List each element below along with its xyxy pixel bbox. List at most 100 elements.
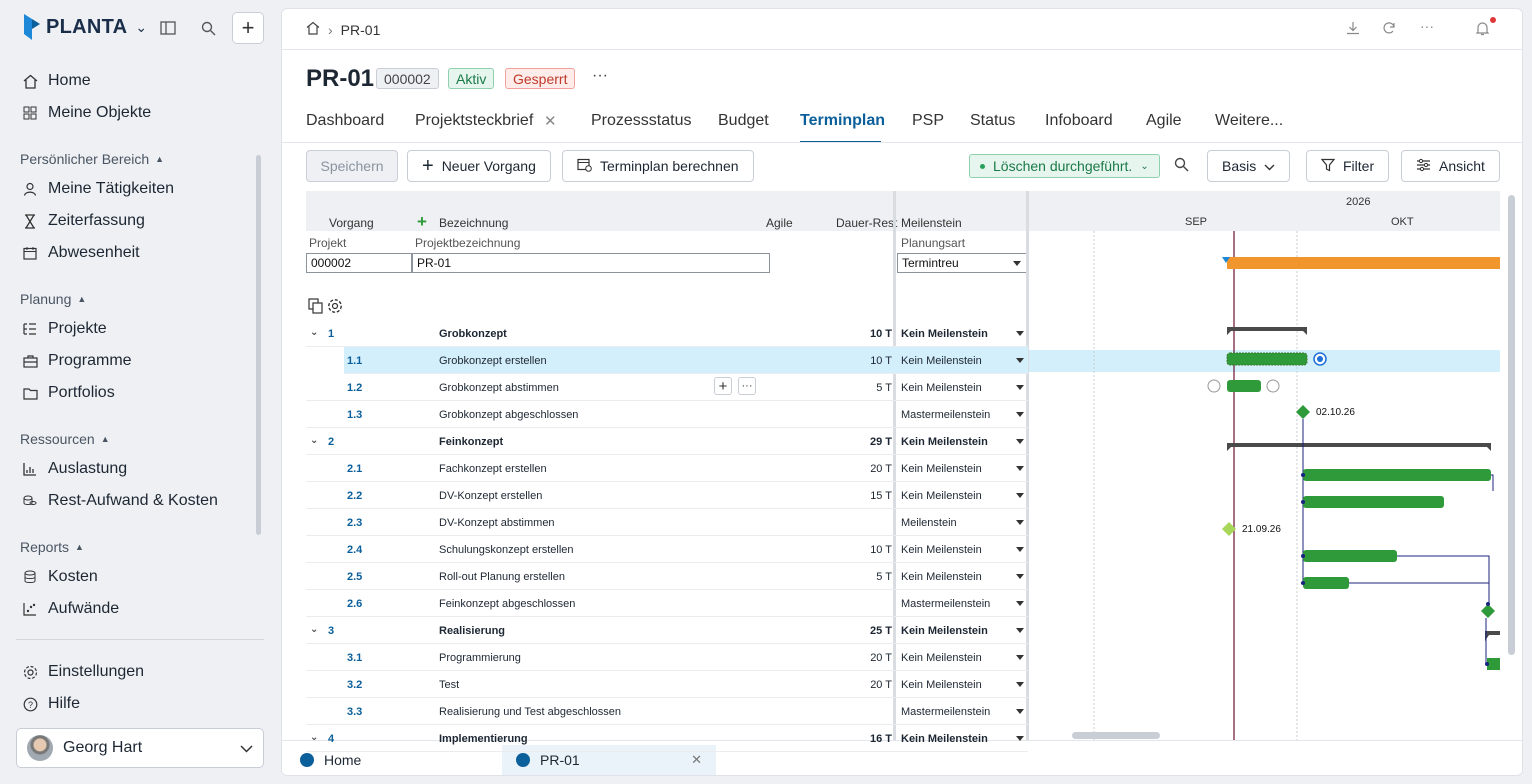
task-milestone-type[interactable]: Meilenstein — [901, 517, 957, 529]
task-milestone-type[interactable]: Kein Meilenstein — [901, 544, 982, 556]
close-icon[interactable]: ✕ — [544, 112, 557, 130]
task-name[interactable]: Realisierung und Test abgeschlossen — [439, 706, 621, 718]
task-name[interactable]: Implementierung — [439, 733, 528, 745]
close-icon[interactable]: ✕ — [691, 752, 702, 768]
tab-terminplan[interactable]: Terminplan — [800, 112, 885, 130]
dropdown-arrow-icon[interactable] — [1016, 412, 1024, 417]
tab-psp[interactable]: PSP — [912, 112, 944, 130]
horizontal-scrollbar[interactable] — [1072, 732, 1160, 739]
sidebar-item-taetigkeiten[interactable]: Meine Tätigkeiten — [22, 180, 174, 198]
task-name[interactable]: Grobkonzept abgeschlossen — [439, 409, 578, 421]
sidebar-item-kosten[interactable]: Kosten — [22, 568, 98, 586]
dropdown-arrow-icon[interactable] — [1016, 493, 1024, 498]
sidebar-item-hilfe[interactable]: ? Hilfe — [22, 695, 80, 713]
tab-budget[interactable]: Budget — [718, 112, 769, 130]
dropdown-arrow-icon[interactable] — [1016, 574, 1024, 579]
table-row[interactable]: 2.2 DV-Konzept erstellen 15 T Kein Meilenst… — [306, 482, 1028, 509]
table-row[interactable]: 3.3 Realisierung und Test abgeschlossen Ma… — [306, 698, 1028, 725]
view-button[interactable]: Ansicht — [1401, 150, 1500, 182]
task-name[interactable]: Test — [439, 679, 459, 691]
table-row[interactable]: 2.5 Roll-out Planung erstellen 5 T Kein Mei… — [306, 563, 1028, 590]
dropdown-arrow-icon[interactable] — [1016, 736, 1024, 741]
dropdown-arrow-icon[interactable] — [1016, 385, 1024, 390]
add-button[interactable]: + — [232, 12, 264, 44]
search-icon[interactable] — [1174, 157, 1189, 177]
download-icon[interactable] — [1346, 21, 1360, 38]
tab-projektsteckbrief[interactable]: Projektsteckbrief — [415, 112, 533, 130]
tab-dashboard[interactable]: Dashboard — [306, 112, 384, 130]
calculate-schedule-button[interactable]: Terminplan berechnen — [562, 150, 754, 182]
chevron-down-icon[interactable]: ⌄ — [310, 732, 318, 743]
projektbezeichnung-field[interactable]: PR-01 — [412, 253, 770, 273]
task-name[interactable]: Roll-out Planung erstellen — [439, 571, 565, 583]
sidebar-item-auslastung[interactable]: Auslastung — [22, 460, 127, 478]
table-row[interactable]: 1.2 Grobkonzept abstimmen 5 T Kein Meilenst… — [306, 374, 1028, 401]
task-name[interactable]: DV-Konzept erstellen — [439, 490, 542, 502]
task-name[interactable]: Fachkonzept erstellen — [439, 463, 547, 475]
home-icon[interactable] — [306, 21, 320, 38]
tab-weitere[interactable]: Weitere... — [1215, 112, 1283, 130]
sidebar-item-einstellungen[interactable]: Einstellungen — [22, 663, 144, 681]
sidebar-item-abwesenheit[interactable]: Abwesenheit — [22, 244, 140, 262]
task-name[interactable]: Grobkonzept — [439, 328, 507, 340]
task-milestone-type[interactable]: Kein Meilenstein — [901, 382, 982, 394]
tab-status[interactable]: Status — [970, 112, 1015, 130]
header-more-button[interactable]: ··· — [592, 67, 608, 85]
task-name[interactable]: Feinkonzept — [439, 436, 503, 448]
section-persoenlich[interactable]: Persönlicher Bereich ▲ — [20, 151, 164, 167]
dropdown-arrow-icon[interactable] — [1016, 439, 1024, 444]
table-row[interactable]: 1.3 Grobkonzept abgeschlossen Mastermeilen… — [306, 401, 1028, 428]
task-milestone-type[interactable]: Kein Meilenstein — [901, 436, 988, 448]
task-name[interactable]: Feinkonzept abgeschlossen — [439, 598, 575, 610]
table-row[interactable]: ⌄ 1 Grobkonzept 10 T Kein Meilenstein — [306, 320, 1028, 347]
sidebar-item-zeiterfassung[interactable]: Zeiterfassung — [22, 212, 145, 230]
task-milestone-type[interactable]: Mastermeilenstein — [901, 409, 990, 421]
dropdown-arrow-icon[interactable] — [1016, 655, 1024, 660]
task-name[interactable]: Schulungskonzept erstellen — [439, 544, 574, 556]
section-ressourcen[interactable]: Ressourcen ▲ — [20, 431, 110, 447]
task-milestone-type[interactable]: Kein Meilenstein — [901, 490, 982, 502]
sidebar-item-rest-aufwand[interactable]: Rest-Aufwand & Kosten — [22, 492, 218, 510]
table-row[interactable]: 2.4 Schulungskonzept erstellen 10 T Kein Me… — [306, 536, 1028, 563]
projekt-field[interactable]: 000002 — [306, 253, 412, 273]
section-reports[interactable]: Reports ▲ — [20, 539, 84, 555]
save-button[interactable]: Speichern — [306, 150, 398, 182]
task-name[interactable]: Realisierung — [439, 625, 505, 637]
dropdown-arrow-icon[interactable] — [1016, 331, 1024, 336]
task-milestone-type[interactable]: Kein Meilenstein — [901, 733, 988, 745]
dropdown-arrow-icon[interactable] — [1016, 547, 1024, 552]
tab-agile[interactable]: Agile — [1146, 112, 1182, 130]
tab-prozessstatus[interactable]: Prozessstatus — [591, 112, 691, 130]
table-row[interactable]: ⌄ 2 Feinkonzept 29 T Kein Meilenstein — [306, 428, 1028, 455]
status-message[interactable]: Löschen durchgeführt. ⌄ — [969, 154, 1160, 178]
table-row[interactable]: ⌄ 3 Realisierung 25 T Kein Meilenstein — [306, 617, 1028, 644]
chevron-down-icon[interactable]: ⌄ — [310, 435, 318, 446]
task-milestone-type[interactable]: Kein Meilenstein — [901, 463, 982, 475]
new-task-button[interactable]: + Neuer Vorgang — [407, 150, 551, 182]
basis-dropdown[interactable]: Basis — [1207, 150, 1291, 182]
table-row[interactable]: 3.2 Test 20 T Kein Meilenstein — [306, 671, 1028, 698]
dropdown-arrow-icon[interactable] — [1016, 709, 1024, 714]
section-planung[interactable]: Planung ▲ — [20, 291, 86, 307]
task-name[interactable]: DV-Konzept abstimmen — [439, 517, 555, 529]
sidebar-item-aufwaende[interactable]: Aufwände — [22, 600, 119, 618]
sidebar-item-programme[interactable]: Programme — [22, 352, 132, 370]
task-name[interactable]: Grobkonzept erstellen — [439, 355, 547, 367]
table-row[interactable]: 3.1 Programmierung 20 T Kein Meilenstein — [306, 644, 1028, 671]
dropdown-arrow-icon[interactable] — [1016, 466, 1024, 471]
sidebar-item-projekte[interactable]: Projekte — [22, 320, 107, 338]
dropdown-arrow-icon[interactable] — [1016, 682, 1024, 687]
dropdown-arrow-icon[interactable] — [1016, 601, 1024, 606]
task-milestone-type[interactable]: Mastermeilenstein — [901, 706, 990, 718]
task-milestone-type[interactable]: Mastermeilenstein — [901, 598, 990, 610]
task-milestone-type[interactable]: Kein Meilenstein — [901, 571, 982, 583]
user-menu[interactable]: Georg Hart — [16, 728, 264, 768]
task-milestone-type[interactable]: Kein Meilenstein — [901, 328, 988, 340]
dropdown-arrow-icon[interactable] — [1016, 358, 1024, 363]
task-milestone-type[interactable]: Kein Meilenstein — [901, 679, 982, 691]
task-milestone-type[interactable]: Kein Meilenstein — [901, 625, 988, 637]
vertical-scrollbar[interactable] — [1508, 195, 1515, 655]
task-name[interactable]: Grobkonzept abstimmen — [439, 382, 559, 394]
sidebar-item-meine-objekte[interactable]: Meine Objekte — [22, 104, 151, 122]
chevron-down-icon[interactable]: ⌄ — [310, 327, 318, 338]
